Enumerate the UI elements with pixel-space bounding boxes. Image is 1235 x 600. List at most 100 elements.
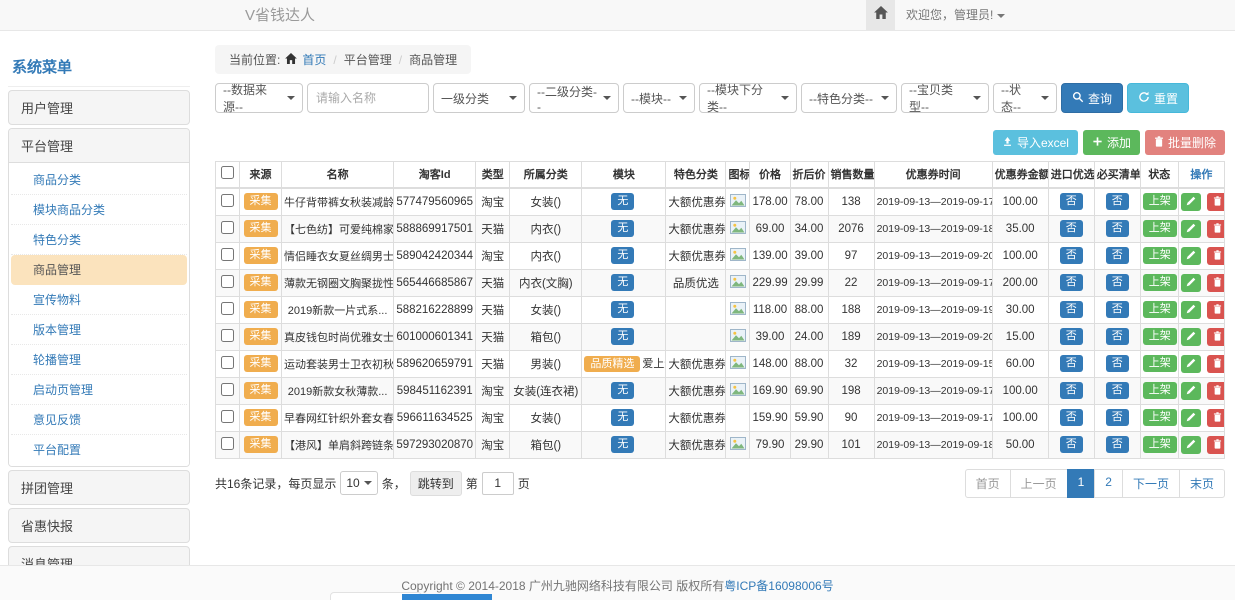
edit-button[interactable] — [1181, 220, 1201, 238]
add-button[interactable]: 添加 — [1083, 130, 1140, 155]
sidebar-subitem[interactable]: 轮播管理 — [11, 345, 187, 375]
sidebar-subitem[interactable]: 版本管理 — [11, 315, 187, 345]
row-checkbox[interactable] — [221, 383, 234, 396]
import-select-badge[interactable]: 否 — [1060, 193, 1083, 210]
filter-select[interactable]: --二级分类-- — [529, 83, 619, 113]
row-checkbox[interactable] — [221, 221, 234, 234]
import-select-badge[interactable]: 否 — [1060, 328, 1083, 345]
reset-button[interactable]: 重置 — [1127, 83, 1189, 113]
edit-button[interactable] — [1181, 193, 1201, 211]
must-buy-badge[interactable]: 否 — [1106, 409, 1129, 426]
filter-select[interactable]: --模块下分类-- — [699, 83, 797, 113]
sidebar-subitem[interactable]: 宣传物料 — [11, 285, 187, 315]
filter-select[interactable]: --模块-- — [623, 83, 695, 113]
import-select-badge[interactable]: 否 — [1060, 301, 1083, 318]
delete-button[interactable] — [1207, 409, 1224, 427]
must-buy-badge[interactable]: 否 — [1106, 247, 1129, 264]
sidebar-group[interactable]: 拼团管理 — [8, 470, 190, 505]
import-select-badge[interactable]: 否 — [1060, 355, 1083, 372]
row-checkbox[interactable] — [221, 248, 234, 261]
import-select-badge[interactable]: 否 — [1060, 436, 1083, 453]
batch-delete-button[interactable]: 批量删除 — [1145, 130, 1225, 155]
edit-button[interactable] — [1181, 274, 1201, 292]
status-badge[interactable]: 上架 — [1143, 220, 1177, 237]
pager-item[interactable]: 1 — [1067, 469, 1096, 498]
row-checkbox[interactable] — [221, 302, 234, 315]
sidebar-subitem[interactable]: 启动页管理 — [11, 375, 187, 405]
sidebar-subitem[interactable]: 特色分类 — [11, 225, 187, 255]
breadcrumb-home-link[interactable]: 首页 — [302, 51, 326, 68]
import-excel-button[interactable]: 导入excel — [993, 130, 1078, 155]
must-buy-badge[interactable]: 否 — [1106, 301, 1129, 318]
pager-item[interactable]: 2 — [1094, 469, 1123, 498]
pager-item[interactable]: 上一页 — [1010, 469, 1068, 498]
status-badge[interactable]: 上架 — [1143, 247, 1177, 264]
page-number-input[interactable] — [482, 472, 514, 495]
must-buy-badge[interactable]: 否 — [1106, 436, 1129, 453]
status-badge[interactable]: 上架 — [1143, 328, 1177, 345]
delete-button[interactable] — [1207, 247, 1224, 265]
row-checkbox[interactable] — [221, 275, 234, 288]
status-badge[interactable]: 上架 — [1143, 382, 1177, 399]
filter-select[interactable]: --特色分类-- — [801, 83, 897, 113]
sidebar-subitem[interactable]: 意见反馈 — [11, 405, 187, 435]
row-checkbox[interactable] — [221, 437, 234, 450]
must-buy-badge[interactable]: 否 — [1106, 193, 1129, 210]
delete-button[interactable] — [1207, 436, 1224, 454]
row-checkbox[interactable] — [221, 410, 234, 423]
import-select-badge[interactable]: 否 — [1060, 247, 1083, 264]
pager-item[interactable]: 首页 — [965, 469, 1011, 498]
sidebar-subitem[interactable]: 模块商品分类 — [11, 195, 187, 225]
pager-item[interactable]: 末页 — [1179, 469, 1225, 498]
import-select-badge[interactable]: 否 — [1060, 382, 1083, 399]
sidebar-subitem[interactable]: 平台配置 — [11, 435, 187, 464]
must-buy-badge[interactable]: 否 — [1106, 274, 1129, 291]
delete-button[interactable] — [1207, 301, 1224, 319]
filter-select[interactable]: --状态-- — [993, 83, 1057, 113]
sidebar-group-platform[interactable]: 平台管理 — [9, 129, 189, 163]
edit-button[interactable] — [1181, 301, 1201, 319]
delete-button[interactable] — [1207, 220, 1224, 238]
edit-button[interactable] — [1181, 436, 1201, 454]
edit-button[interactable] — [1181, 328, 1201, 346]
delete-button[interactable] — [1207, 382, 1224, 400]
jump-button[interactable]: 跳转到 — [410, 471, 462, 496]
import-select-badge[interactable]: 否 — [1060, 220, 1083, 237]
edit-button[interactable] — [1181, 382, 1201, 400]
pager-item[interactable]: 下一页 — [1122, 469, 1180, 498]
status-badge[interactable]: 上架 — [1143, 193, 1177, 210]
must-buy-badge[interactable]: 否 — [1106, 220, 1129, 237]
edit-button[interactable] — [1181, 409, 1201, 427]
must-buy-badge[interactable]: 否 — [1106, 328, 1129, 345]
row-checkbox[interactable] — [221, 194, 234, 207]
navbar-home-button[interactable] — [866, 0, 895, 30]
sidebar-group[interactable]: 省惠快报 — [8, 508, 190, 543]
must-buy-badge[interactable]: 否 — [1106, 355, 1129, 372]
name-search-input[interactable] — [307, 83, 429, 113]
select-all-checkbox[interactable] — [221, 166, 234, 179]
delete-button[interactable] — [1207, 193, 1224, 211]
import-select-badge[interactable]: 否 — [1060, 274, 1083, 291]
per-page-select[interactable]: 10 — [340, 471, 377, 495]
row-checkbox[interactable] — [221, 356, 234, 369]
status-badge[interactable]: 上架 — [1143, 409, 1177, 426]
delete-button[interactable] — [1207, 355, 1224, 373]
edit-button[interactable] — [1181, 247, 1201, 265]
filter-select[interactable]: 一级分类 — [433, 83, 525, 113]
icp-link[interactable]: 粤ICP备16098006号 — [724, 579, 833, 593]
status-badge[interactable]: 上架 — [1143, 274, 1177, 291]
data-source-select[interactable]: --数据来源-- — [215, 83, 303, 113]
import-select-badge[interactable]: 否 — [1060, 409, 1083, 426]
status-badge[interactable]: 上架 — [1143, 355, 1177, 372]
status-badge[interactable]: 上架 — [1143, 436, 1177, 453]
row-checkbox[interactable] — [221, 329, 234, 342]
must-buy-badge[interactable]: 否 — [1106, 382, 1129, 399]
sidebar-subitem[interactable]: 商品分类 — [11, 165, 187, 195]
status-badge[interactable]: 上架 — [1143, 301, 1177, 318]
sidebar-subitem[interactable]: 商品管理 — [11, 255, 187, 285]
user-menu[interactable]: 欢迎您，管理员! — [906, 0, 1005, 30]
delete-button[interactable] — [1207, 328, 1224, 346]
query-button[interactable]: 查询 — [1061, 83, 1123, 113]
sidebar-group-users[interactable]: 用户管理 — [8, 90, 190, 125]
edit-button[interactable] — [1181, 355, 1201, 373]
